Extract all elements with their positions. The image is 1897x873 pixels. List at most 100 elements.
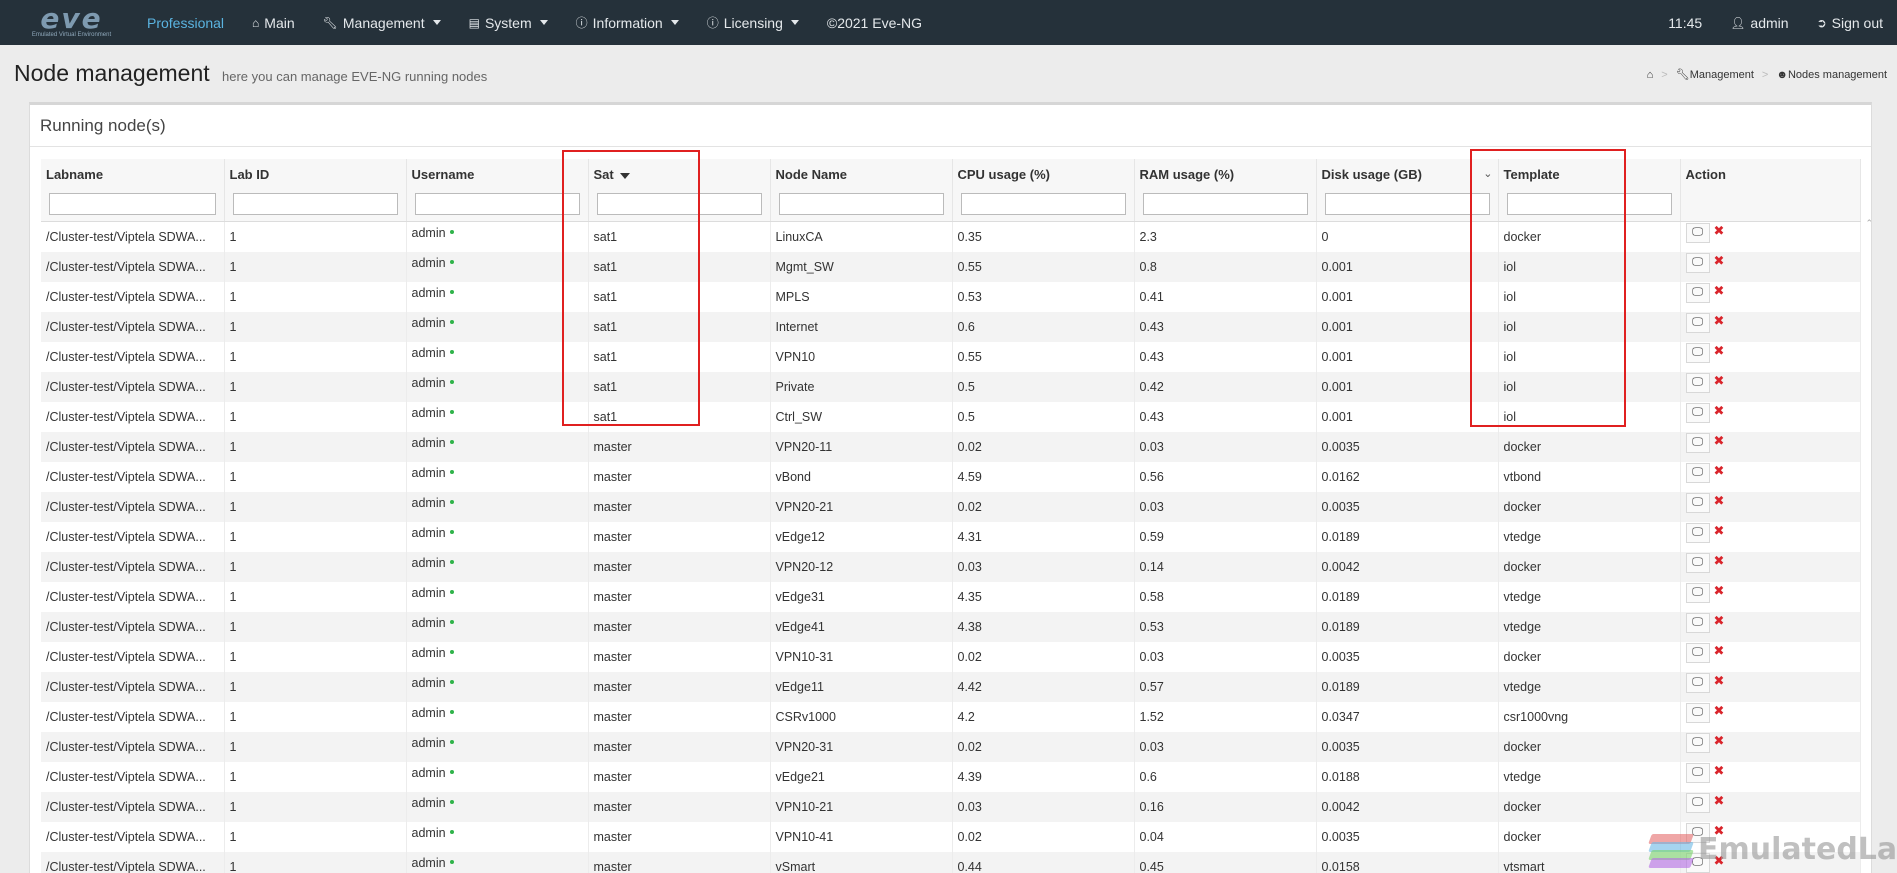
stop-node-icon[interactable]: ✖ xyxy=(1714,553,1725,569)
filter-input-0[interactable] xyxy=(49,193,216,215)
user-menu[interactable]: 👤︎ admin xyxy=(1716,0,1802,45)
stop-node-icon[interactable]: ✖ xyxy=(1714,703,1725,719)
nav-item-5[interactable]: ⓘ Licensing xyxy=(693,0,813,45)
cell-node-name: VPN10 xyxy=(770,341,953,372)
cell-lab-id: 1 xyxy=(224,701,407,732)
console-monitor-icon[interactable]: 🖵︎ xyxy=(1685,552,1710,573)
username-text: admin xyxy=(411,555,446,570)
home-icon[interactable]: ⌂ xyxy=(1647,69,1654,81)
stop-node-icon[interactable]: ✖ xyxy=(1714,343,1725,359)
cell-labname: /Cluster-test/Viptela SDWA... xyxy=(41,761,225,792)
stop-node-icon[interactable]: ✖ xyxy=(1714,643,1725,659)
console-monitor-icon[interactable]: 🖵︎ xyxy=(1685,672,1710,693)
stop-node-icon[interactable]: ✖ xyxy=(1714,433,1725,449)
cell-disk-usage-gb-: 0.0158 xyxy=(1316,851,1499,873)
filter-input-4[interactable] xyxy=(778,193,944,215)
column-header-7[interactable]: Disk usage (GB) ⌄ xyxy=(1316,159,1499,193)
signout-button[interactable]: ➲ Sign out xyxy=(1803,0,1897,45)
console-monitor-icon[interactable]: 🖵︎ xyxy=(1685,642,1710,663)
console-monitor-icon[interactable]: 🖵︎ xyxy=(1685,792,1710,813)
stop-node-icon[interactable]: ✖ xyxy=(1714,463,1725,479)
stop-node-icon[interactable]: ✖ xyxy=(1714,583,1725,599)
cell-ram-usage-: 1.52 xyxy=(1134,701,1317,732)
stop-node-icon[interactable]: ✖ xyxy=(1714,403,1725,419)
column-header-5[interactable]: CPU usage (%) xyxy=(952,159,1135,193)
column-header-2[interactable]: Username xyxy=(406,159,589,193)
stop-node-icon[interactable]: ✖ xyxy=(1714,223,1725,239)
stop-node-icon[interactable]: ✖ xyxy=(1714,793,1725,809)
console-monitor-icon[interactable]: 🖵︎ xyxy=(1685,342,1710,363)
console-monitor-icon[interactable]: 🖵︎ xyxy=(1685,522,1710,543)
stop-node-icon[interactable]: ✖ xyxy=(1714,253,1725,269)
cell-username: admin xyxy=(406,851,589,873)
filter-input-6[interactable] xyxy=(1142,193,1308,215)
column-header-3[interactable]: Sat xyxy=(588,159,771,193)
console-monitor-icon[interactable]: 🖵︎ xyxy=(1685,252,1710,273)
console-monitor-icon[interactable]: 🖵︎ xyxy=(1685,612,1710,633)
nav-item-6[interactable]: ©2021 Eve-NG xyxy=(813,0,936,45)
cell-ram-usage-: 0.04 xyxy=(1134,821,1317,852)
cell-template: docker xyxy=(1498,491,1681,522)
stop-node-icon[interactable]: ✖ xyxy=(1714,313,1725,329)
nav-item-0[interactable]: Professional xyxy=(133,0,238,45)
stop-node-icon[interactable]: ✖ xyxy=(1714,673,1725,689)
caret-down-icon xyxy=(670,20,679,25)
cell-ram-usage-: 0.43 xyxy=(1134,311,1317,342)
breadcrumb-nodes: ☻Nodes management xyxy=(1776,68,1887,81)
username-text: admin xyxy=(411,465,446,480)
filter-input-3[interactable] xyxy=(596,193,762,215)
stop-node-icon[interactable]: ✖ xyxy=(1714,733,1725,749)
chevron-down-icon[interactable]: ⌄ xyxy=(1483,167,1492,180)
column-header-1[interactable]: Lab ID xyxy=(224,159,407,193)
console-monitor-icon[interactable]: 🖵︎ xyxy=(1685,732,1710,753)
filter-input-1[interactable] xyxy=(232,193,398,215)
console-monitor-icon[interactable]: 🖵︎ xyxy=(1685,582,1710,603)
column-header-0[interactable]: Labname xyxy=(41,159,225,193)
console-monitor-icon[interactable]: 🖵︎ xyxy=(1685,402,1710,423)
stop-node-icon[interactable]: ✖ xyxy=(1714,523,1725,539)
username-text: admin xyxy=(411,435,446,450)
stop-node-icon[interactable]: ✖ xyxy=(1714,613,1725,629)
stop-node-icon[interactable]: ✖ xyxy=(1714,283,1725,299)
nav-item-1[interactable]: ⌂ Main xyxy=(238,0,309,45)
console-monitor-icon[interactable]: 🖵︎ xyxy=(1685,762,1710,783)
console-monitor-icon[interactable]: 🖵︎ xyxy=(1685,222,1710,243)
cell-ram-usage-: 0.42 xyxy=(1134,371,1317,402)
column-header-4[interactable]: Node Name xyxy=(770,159,953,193)
column-header-8[interactable]: Template xyxy=(1498,159,1681,193)
nav-item-4[interactable]: ⓘ Information xyxy=(562,0,693,45)
nav-item-3[interactable]: ▤ System xyxy=(455,0,562,45)
console-monitor-icon[interactable]: 🖵︎ xyxy=(1685,432,1710,453)
column-header-9[interactable]: Action xyxy=(1680,159,1861,193)
cell-template: vtedge xyxy=(1498,671,1681,702)
nav-item-2[interactable]: 🔧︎ Management xyxy=(309,0,455,45)
online-status-icon xyxy=(449,469,454,474)
cell-sat: master xyxy=(588,611,771,642)
breadcrumb-management[interactable]: 🔧︎Management xyxy=(1676,68,1754,81)
console-monitor-icon[interactable]: 🖵︎ xyxy=(1685,312,1710,333)
cell-username: admin xyxy=(406,731,589,762)
stop-node-icon[interactable]: ✖ xyxy=(1714,373,1725,389)
scrollbar-up-arrow[interactable]: ⌃ xyxy=(1865,218,1873,229)
cell-labname: /Cluster-test/Viptela SDWA... xyxy=(41,641,225,672)
cell-username: admin xyxy=(406,521,589,552)
console-monitor-icon[interactable]: 🖵︎ xyxy=(1685,492,1710,513)
console-monitor-icon[interactable]: 🖵︎ xyxy=(1685,372,1710,393)
filter-input-2[interactable] xyxy=(414,193,580,215)
console-monitor-icon[interactable]: 🖵︎ xyxy=(1685,462,1710,483)
cell-lab-id: 1 xyxy=(224,851,407,873)
cell-lab-id: 1 xyxy=(224,401,407,432)
cell-username: admin xyxy=(406,221,589,252)
column-header-6[interactable]: RAM usage (%) xyxy=(1134,159,1317,193)
stop-node-icon[interactable]: ✖ xyxy=(1714,493,1725,509)
page-title: Node management here you can manage EVE-… xyxy=(14,60,487,87)
filter-input-8[interactable] xyxy=(1506,193,1672,215)
stop-node-icon[interactable]: ✖ xyxy=(1714,763,1725,779)
eve-logo[interactable]: eve Emulated Virtual Environment xyxy=(0,0,133,45)
table-row: /Cluster-test/Viptela SDWA... 1 admin sat1 I… xyxy=(41,311,1861,342)
filter-input-7[interactable] xyxy=(1324,193,1490,215)
filter-input-5[interactable] xyxy=(960,193,1126,215)
column-header-label: CPU usage (%) xyxy=(957,167,1050,182)
console-monitor-icon[interactable]: 🖵︎ xyxy=(1685,282,1710,303)
console-monitor-icon[interactable]: 🖵︎ xyxy=(1685,702,1710,723)
